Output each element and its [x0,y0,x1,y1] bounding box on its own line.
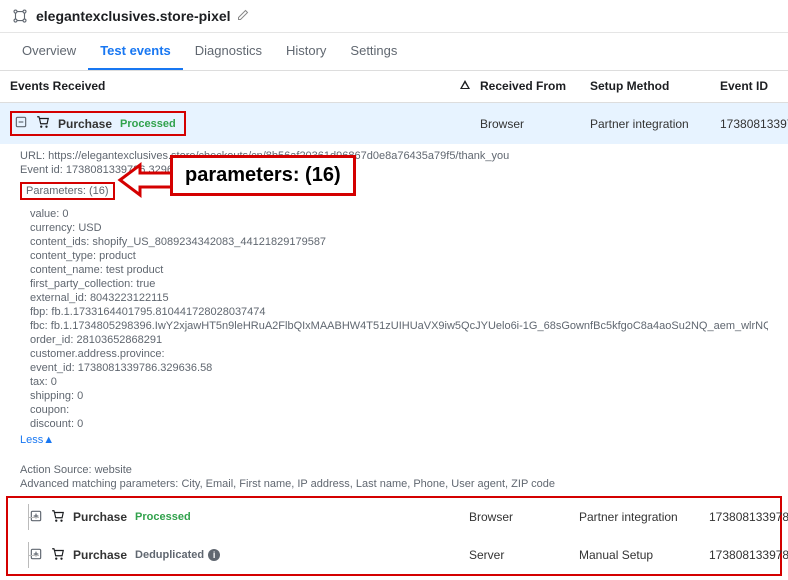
action-source: Action Source: website [20,464,788,476]
cart-icon [51,547,65,564]
cell-method: Partner integration [590,117,720,131]
status-badge: Processed [135,511,191,523]
event-name: Purchase [58,117,112,131]
cell-from: Browser [469,510,579,524]
tab-diagnostics[interactable]: Diagnostics [183,33,274,70]
event-name: Purchase [73,510,127,524]
tab-overview[interactable]: Overview [10,33,88,70]
col-header-warn [450,79,480,94]
parameters-label[interactable]: Parameters: (16) [20,182,115,200]
col-header-from: Received From [480,79,590,94]
edit-icon[interactable] [237,9,249,24]
cell-from: Browser [480,117,590,131]
sub-events-box: Purchase Processed Browser Partner integ… [6,496,782,576]
cart-icon [51,509,65,526]
event-row-main[interactable]: Purchase Processed Browser Partner integ… [0,103,788,144]
tree-connector [28,504,29,530]
page-title: elegantexclusives.store-pixel [36,8,231,24]
sub-event-row[interactable]: Purchase Deduplicated i Server Manual Se… [8,536,780,574]
collapse-icon[interactable] [14,115,28,132]
tab-test-events[interactable]: Test events [88,33,183,70]
tab-history[interactable]: History [274,33,338,70]
event-name: Purchase [73,548,127,562]
parameter-list: value: 0 currency: USD content_ids: shop… [20,206,768,432]
col-header-method: Setup Method [590,79,720,94]
cell-from: Server [469,548,579,562]
advanced-matching: Advanced matching parameters: City, Emai… [20,478,788,490]
tab-settings[interactable]: Settings [338,33,409,70]
col-header-id: Event ID [720,79,778,94]
col-header-events: Events Received [10,79,450,94]
cell-method: Manual Setup [579,548,709,562]
pixel-icon [10,6,30,26]
tree-connector [28,542,29,568]
less-link[interactable]: Less▲ [20,434,768,446]
tab-bar: Overview Test events Diagnostics History… [0,33,788,71]
cell-id: 1738081339786 [709,510,788,524]
chevron-up-icon: ▲ [43,434,54,446]
status-badge: Processed [120,118,176,130]
sub-event-row[interactable]: Purchase Processed Browser Partner integ… [8,498,780,536]
cell-id: 1738081339786 [709,548,788,562]
cell-method: Partner integration [579,510,709,524]
table-header: Events Received Received From Setup Meth… [0,71,788,103]
event-details: URL: https://elegantexclusives.store/che… [0,144,788,458]
status-badge: Deduplicated i [135,549,220,561]
cell-id: 1738081339786 [720,117,788,131]
cart-icon [36,115,50,132]
info-icon[interactable]: i [208,549,220,561]
page-header: elegantexclusives.store-pixel [0,0,788,33]
